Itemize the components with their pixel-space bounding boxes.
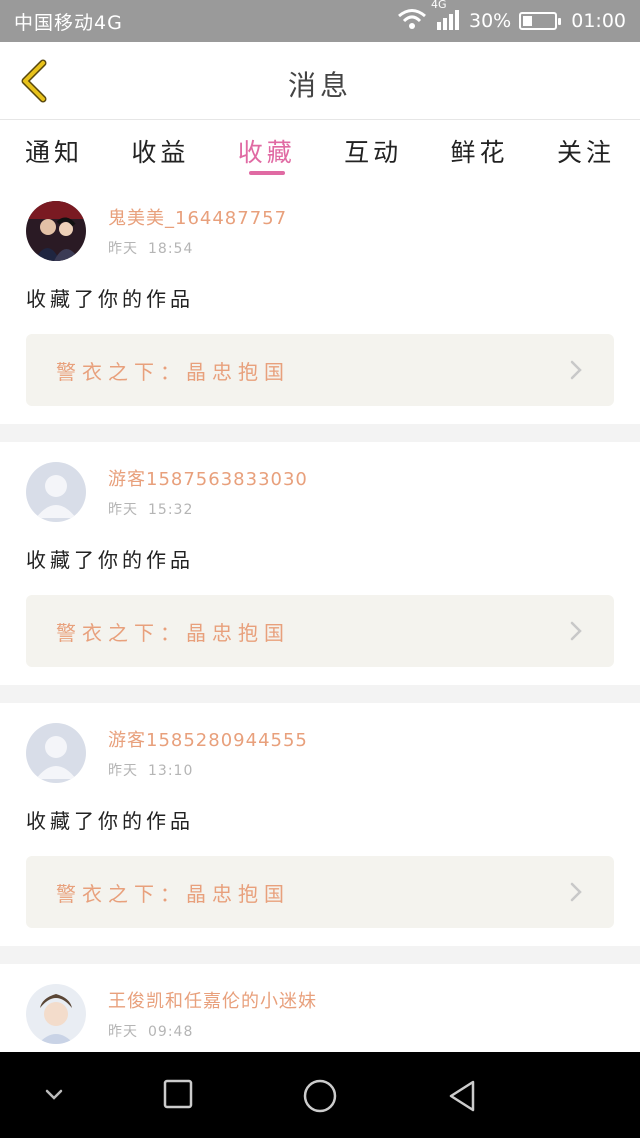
home-button[interactable] xyxy=(298,1074,342,1118)
timestamp-time: 15:32 xyxy=(148,502,194,518)
timestamp: 昨天 13:10 xyxy=(108,760,308,780)
battery-percent: 30% xyxy=(469,10,512,32)
username[interactable]: 王俊凯和任嘉伦的小迷妹 xyxy=(108,987,317,1013)
user-meta: 王俊凯和任嘉伦的小迷妹昨天 09:48 xyxy=(108,987,317,1041)
timestamp: 昨天 09:48 xyxy=(108,1021,317,1041)
user-row: 游客1587563833030 昨天 15:32 xyxy=(26,460,614,524)
message-card: 游客1585280944555 昨天 13:10 收藏了你的作品警衣之下：晶忠抱国 xyxy=(0,703,640,946)
chevron-right-icon xyxy=(570,882,582,902)
status-icons: 4G 30% 01:00 xyxy=(397,0,626,35)
tab-1[interactable]: 收益 xyxy=(122,121,198,181)
work-title: 警衣之下：晶忠抱国 xyxy=(56,881,290,906)
triangle-back-icon xyxy=(449,1080,475,1112)
user-meta: 鬼美美_164487757 昨天 18:54 xyxy=(108,204,287,258)
tab-0[interactable]: 通知 xyxy=(16,121,92,181)
message-list: 鬼美美_164487757 昨天 18:54 收藏了你的作品 警衣之下：晶忠抱国 游客15… xyxy=(0,181,640,1052)
card-separator xyxy=(0,946,640,964)
action-text: 收藏了你的作品 xyxy=(26,287,194,311)
carrier-label: 中国移动4G xyxy=(14,11,123,34)
work-title: 警衣之下：晶忠抱国 xyxy=(56,620,290,645)
status-bar: 中国移动4G 4G 30% 01:00 xyxy=(0,0,640,42)
user-meta: 游客1587563833030 昨天 15:32 xyxy=(108,465,308,519)
timestamp-time: 18:54 xyxy=(148,241,194,257)
tab-5[interactable]: 关注 xyxy=(548,121,624,181)
battery-icon xyxy=(519,12,562,30)
circle-icon xyxy=(303,1079,337,1113)
user-row: 鬼美美_164487757 昨天 18:54 xyxy=(26,199,614,263)
timestamp: 昨天 18:54 xyxy=(108,238,287,258)
username[interactable]: 鬼美美_164487757 xyxy=(108,204,287,230)
card-separator xyxy=(0,424,640,442)
tab-4[interactable]: 鲜花 xyxy=(442,121,518,181)
hide-nav-button[interactable] xyxy=(38,1080,70,1110)
wifi-icon xyxy=(397,8,427,35)
message-card: 鬼美美_164487757 昨天 18:54 收藏了你的作品警衣之下：晶忠抱国 xyxy=(0,181,640,424)
username[interactable]: 游客1587563833030 xyxy=(108,465,308,491)
timestamp-time: 09:48 xyxy=(148,1024,194,1040)
action-text: 收藏了你的作品 xyxy=(26,809,194,833)
page-title: 消息 xyxy=(287,69,352,102)
timestamp-day: 昨天 xyxy=(108,502,138,518)
timestamp: 昨天 15:32 xyxy=(108,499,308,519)
action-text: 收藏了你的作品 xyxy=(26,548,194,572)
clock: 01:00 xyxy=(571,10,626,32)
timestamp-day: 昨天 xyxy=(108,763,138,779)
back-nav-button[interactable] xyxy=(442,1074,482,1118)
avatar[interactable] xyxy=(26,462,86,522)
user-row: 王俊凯和任嘉伦的小迷妹昨天 09:48 xyxy=(26,982,614,1046)
tab-3[interactable]: 互动 xyxy=(335,121,411,181)
tab-bar: 通知 收益 收藏 互动 鲜花 关注 xyxy=(0,121,640,181)
work-link[interactable]: 警衣之下：晶忠抱国 xyxy=(26,856,614,928)
timestamp-day: 昨天 xyxy=(108,1024,138,1040)
user-meta: 游客1585280944555 昨天 13:10 xyxy=(108,726,308,780)
recent-apps-button[interactable] xyxy=(158,1074,198,1114)
chevron-right-icon xyxy=(570,621,582,641)
square-icon xyxy=(163,1079,193,1109)
signal-icon: 4G xyxy=(431,0,461,35)
network-type-label: 4G xyxy=(431,0,447,11)
chevron-down-icon xyxy=(45,1089,63,1100)
system-nav-bar xyxy=(0,1052,640,1138)
username[interactable]: 游客1585280944555 xyxy=(108,726,308,752)
message-card: 王俊凯和任嘉伦的小迷妹昨天 09:48 xyxy=(0,964,640,1052)
avatar[interactable] xyxy=(26,723,86,783)
work-link[interactable]: 警衣之下：晶忠抱国 xyxy=(26,595,614,667)
user-row: 游客1585280944555 昨天 13:10 xyxy=(26,721,614,785)
avatar[interactable] xyxy=(26,201,86,261)
header: 消息 xyxy=(0,42,640,120)
avatar[interactable] xyxy=(26,984,86,1044)
timestamp-time: 13:10 xyxy=(148,763,194,779)
message-card: 游客1587563833030 昨天 15:32 收藏了你的作品警衣之下：晶忠抱国 xyxy=(0,442,640,685)
card-separator xyxy=(0,685,640,703)
work-link[interactable]: 警衣之下：晶忠抱国 xyxy=(26,334,614,406)
tab-2[interactable]: 收藏 xyxy=(229,121,305,181)
work-title: 警衣之下：晶忠抱国 xyxy=(56,359,290,384)
timestamp-day: 昨天 xyxy=(108,241,138,257)
chevron-right-icon xyxy=(570,360,582,380)
